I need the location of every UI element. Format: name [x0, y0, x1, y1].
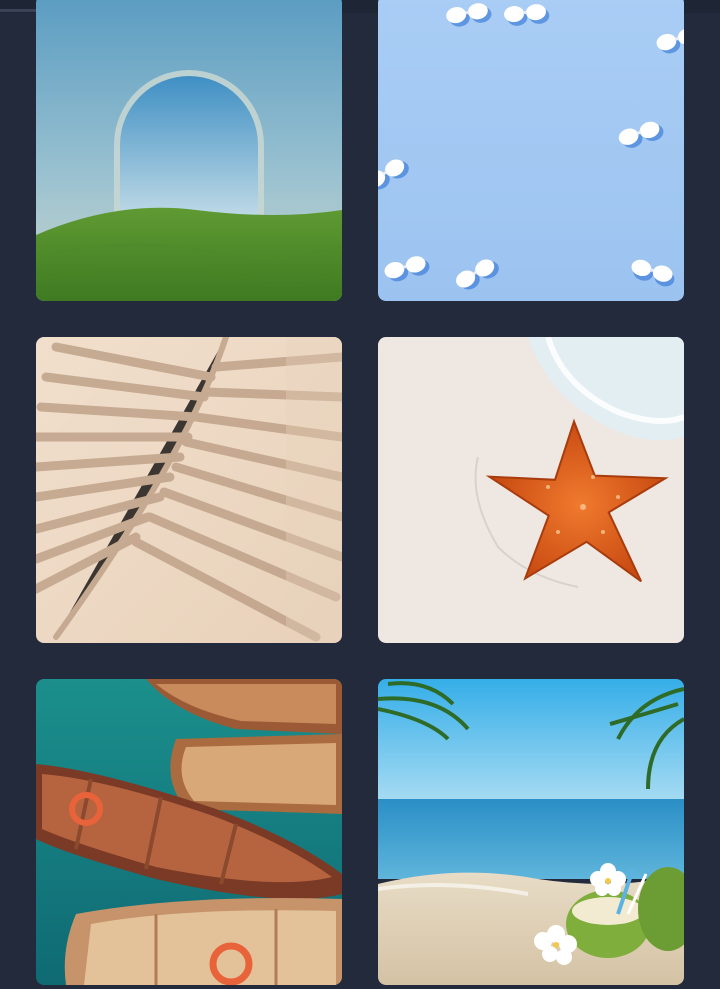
sunglasses-pattern-image — [378, 0, 684, 301]
gallery-tile-sunglasses[interactable] — [378, 0, 684, 301]
gallery-tile-arch[interactable] — [36, 0, 342, 301]
gallery-tile-coconut[interactable] — [378, 679, 684, 985]
gallery-tile-palm-shadow[interactable] — [36, 337, 342, 643]
palm-shadow-image — [36, 337, 342, 643]
arch-on-grass-image — [36, 0, 342, 301]
gallery-tile-boats[interactable] — [36, 679, 342, 985]
coconut-drinks-beach-image — [378, 679, 684, 985]
starfish-on-beach-image — [378, 337, 684, 643]
gallery-tile-starfish[interactable] — [378, 337, 684, 643]
wooden-boats-image — [36, 679, 342, 985]
